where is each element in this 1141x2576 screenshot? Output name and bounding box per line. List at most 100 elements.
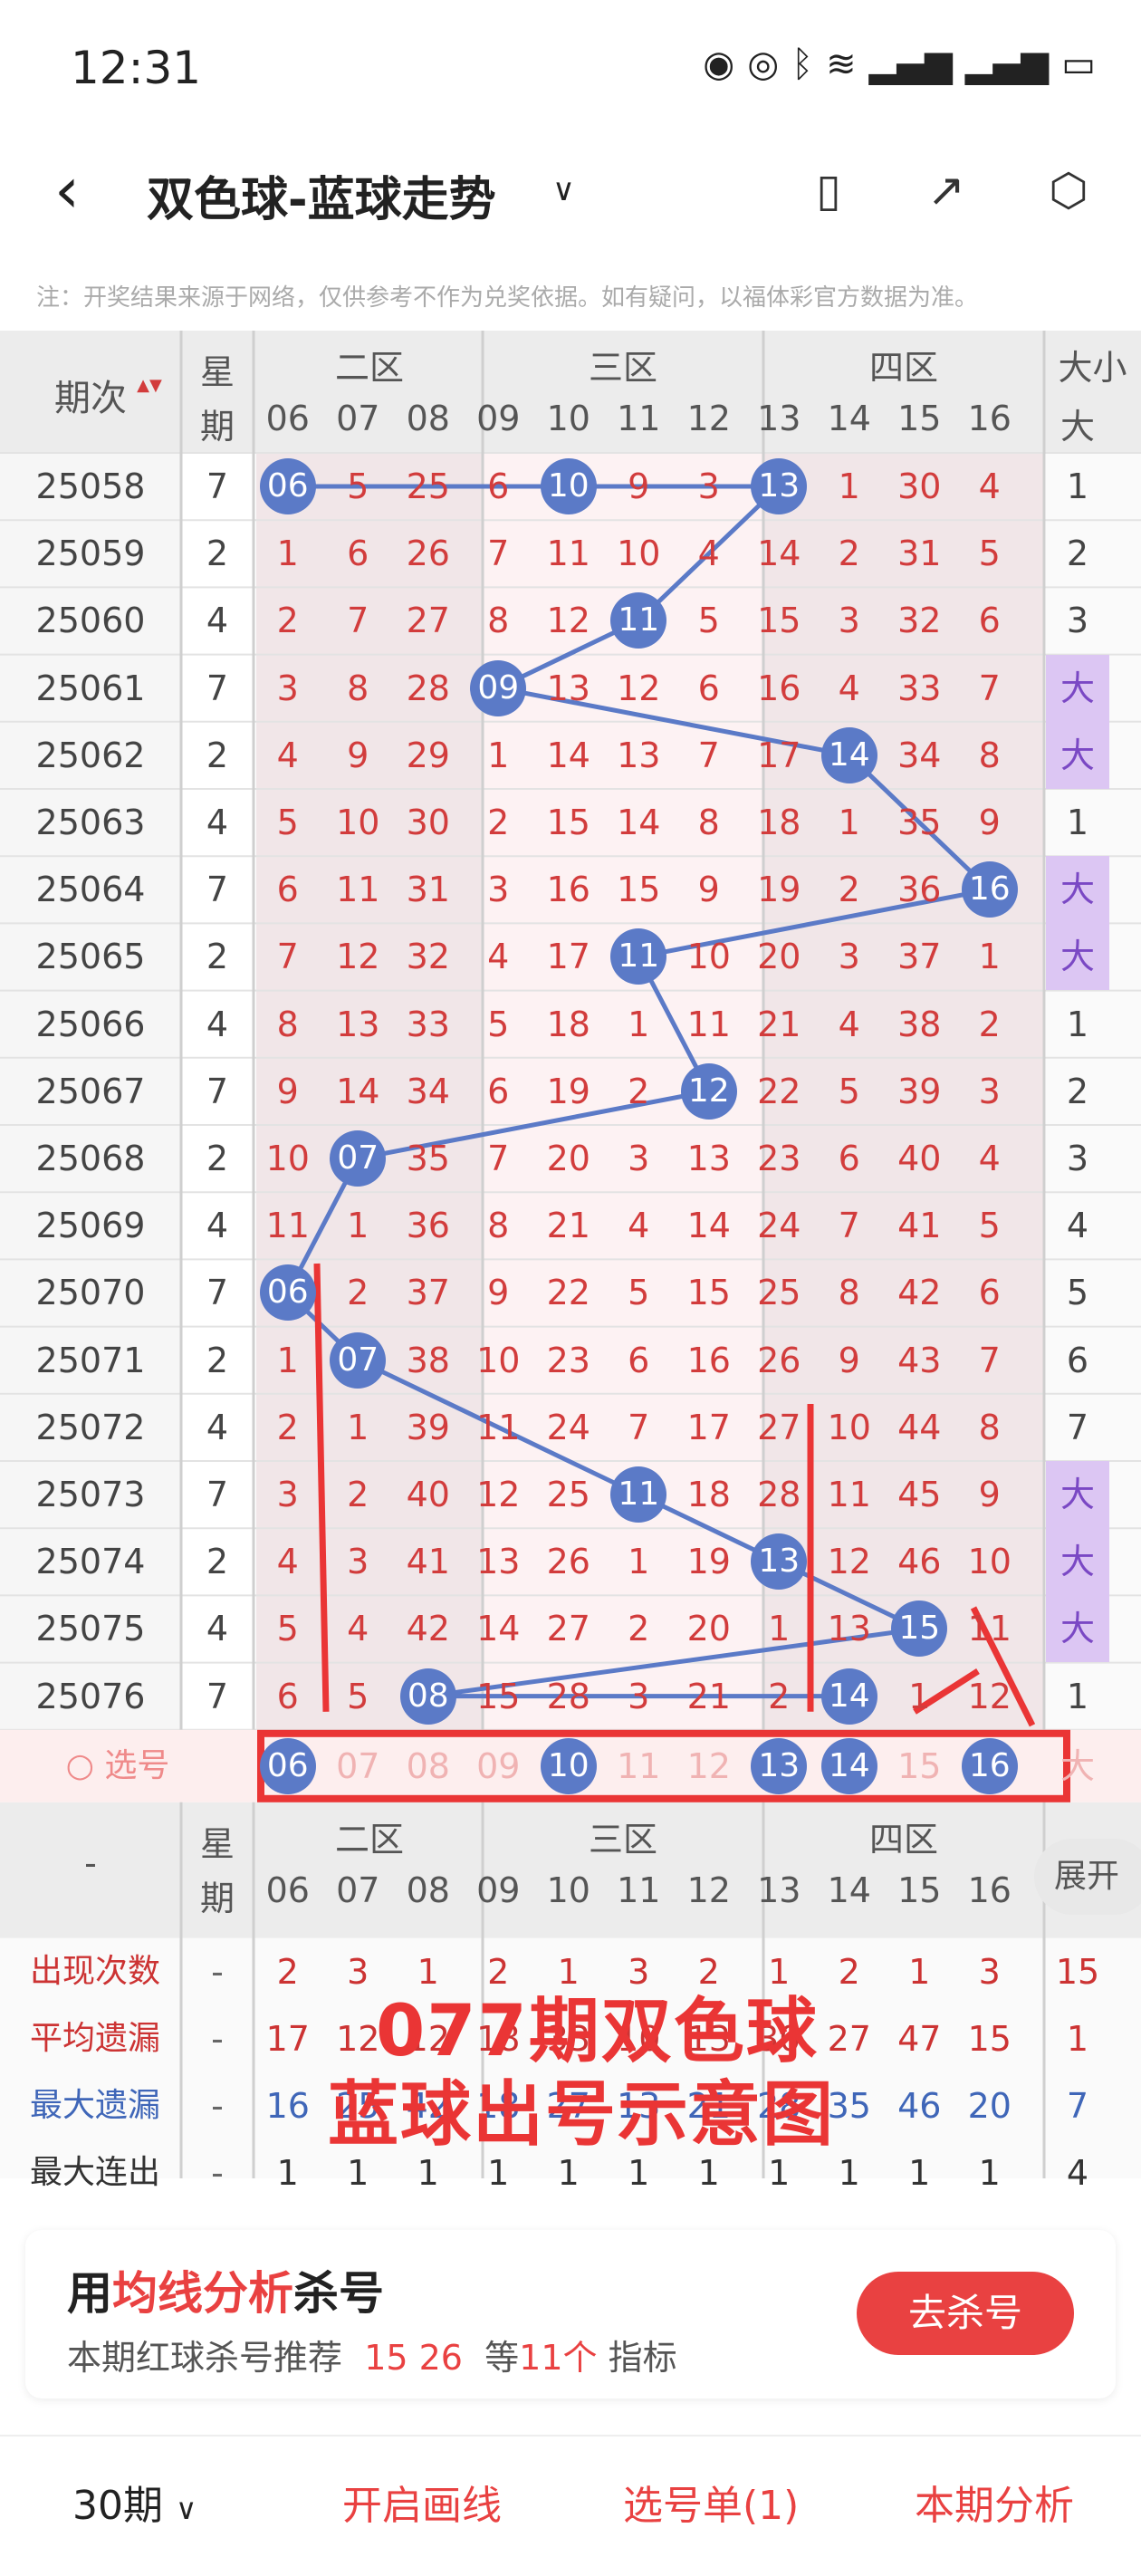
miss-cell: 19 <box>546 1071 590 1111</box>
miss-cell: 8 <box>978 1407 1001 1447</box>
select-number[interactable]: 09 <box>464 1733 534 1800</box>
miss-cell: 36 <box>406 1206 450 1246</box>
select-size[interactable]: 大 <box>1046 1733 1109 1800</box>
miss-cell: 20 <box>546 1139 590 1178</box>
miss-cell: 41 <box>897 1206 942 1246</box>
hit-ball: 12 <box>680 1062 737 1120</box>
miss-cell: 7 <box>276 937 299 977</box>
stats-number-header: 10 <box>546 1870 590 1910</box>
period-cell: 25069 <box>35 1206 146 1246</box>
miss-cell: 3 <box>978 1071 1001 1111</box>
select-number[interactable]: 12 <box>674 1733 744 1800</box>
number-header: 07 <box>336 399 380 438</box>
miss-cell: 4 <box>978 1139 1001 1178</box>
selected-ball[interactable]: 14 <box>820 1737 877 1794</box>
selected-ball[interactable]: 16 <box>961 1737 1018 1794</box>
miss-cell: 5 <box>276 1609 299 1649</box>
selected-ball[interactable]: 06 <box>259 1737 316 1794</box>
miss-cell: 2 <box>628 1071 650 1111</box>
selected-ball[interactable]: 13 <box>751 1737 808 1794</box>
promo-card[interactable]: 用均线分析杀号 本期红球杀号推荐 15 26 等11个 指标 去杀号 <box>25 2230 1116 2398</box>
size-cell: 大 <box>1046 923 1109 991</box>
miss-cell: 25 <box>546 1475 590 1514</box>
week-cell: 7 <box>206 1676 229 1716</box>
miss-cell: 8 <box>978 735 1001 775</box>
miss-cell: 7 <box>978 1340 1001 1380</box>
stats-label: 最大遗漏 <box>29 2087 160 2125</box>
share-icon[interactable]: ↗ <box>919 163 973 217</box>
select-number[interactable]: 15 <box>885 1733 955 1800</box>
size-cell: 大 <box>1046 721 1109 789</box>
week-header-bottom: 期 <box>199 407 235 447</box>
week-cell: 2 <box>206 1139 229 1178</box>
period-cell: 25065 <box>35 937 146 977</box>
miss-cell: 10 <box>265 1139 310 1178</box>
number-header: 16 <box>967 399 1012 438</box>
period-cell: 25075 <box>35 1609 146 1649</box>
miss-cell: 19 <box>686 1542 731 1582</box>
stats-number-header: 06 <box>265 1870 310 1910</box>
miss-cell: 37 <box>897 937 942 977</box>
select-number[interactable]: 11 <box>604 1733 675 1800</box>
chevron-down-icon[interactable]: ∨ <box>552 172 575 208</box>
miss-cell: 7 <box>347 601 369 641</box>
draw-line-button[interactable]: 开启画线 <box>342 2473 502 2531</box>
stats-dash: - <box>84 1842 97 1883</box>
period-selector[interactable]: 30期 ∨ <box>72 2473 197 2531</box>
stats-cell: 15 <box>967 2019 1012 2059</box>
period-header[interactable]: 期次 <box>27 369 154 421</box>
miss-cell: 41 <box>406 1542 450 1582</box>
settings-icon[interactable]: ⬡ <box>1041 163 1096 217</box>
miss-cell: 2 <box>347 1273 369 1313</box>
select-number[interactable]: 07 <box>323 1733 394 1800</box>
miss-cell: 2 <box>347 1475 369 1514</box>
sort-icon[interactable]: ▲▼ <box>136 376 163 395</box>
week-cell: 2 <box>206 1542 229 1582</box>
miss-cell: 15 <box>476 1676 521 1716</box>
selected-ball[interactable]: 10 <box>540 1737 597 1794</box>
miss-cell: 13 <box>686 1139 731 1178</box>
miss-cell: 21 <box>686 1676 731 1716</box>
miss-cell: 5 <box>347 466 369 506</box>
miss-cell: 33 <box>406 1004 450 1044</box>
page-title[interactable]: 双色球-蓝球走势 <box>147 161 496 229</box>
hit-ball: 09 <box>470 659 527 716</box>
kill-number-button[interactable]: 去杀号 <box>857 2272 1074 2355</box>
period-cell: 25066 <box>35 1004 146 1044</box>
size-cell: 大 <box>1046 1528 1109 1596</box>
miss-cell: 26 <box>757 1340 801 1380</box>
miss-cell: 4 <box>978 466 1001 506</box>
period-analysis-button[interactable]: 本期分析 <box>915 2473 1074 2531</box>
week-cell: 4 <box>206 1004 229 1044</box>
miss-cell: 1 <box>838 803 860 842</box>
miss-cell: 2 <box>838 533 860 574</box>
miss-cell: 7 <box>838 1206 860 1246</box>
phone-layout-icon[interactable]: ▯ <box>801 163 856 217</box>
miss-cell: 13 <box>617 735 661 775</box>
expand-button[interactable]: 展开 <box>1034 1839 1141 1915</box>
week-cell: 7 <box>206 668 229 708</box>
selection-list-button[interactable]: 选号单(1) <box>623 2473 799 2531</box>
week-cell: 7 <box>206 870 229 910</box>
miss-cell: 10 <box>686 937 731 977</box>
miss-cell: 5 <box>978 533 1001 574</box>
miss-cell: 32 <box>897 601 942 641</box>
stats-cell: 1 <box>908 2153 931 2194</box>
number-header: 06 <box>265 399 310 438</box>
miss-cell: 14 <box>617 803 661 842</box>
week-cell: 7 <box>206 466 229 506</box>
miss-cell: 2 <box>978 1004 1001 1044</box>
zone-header: 三区 <box>588 348 657 388</box>
period-cell: 25072 <box>35 1407 146 1447</box>
miss-cell: 9 <box>628 466 650 506</box>
back-arrow-icon[interactable]: ‹ <box>54 159 80 222</box>
miss-cell: 3 <box>276 668 299 708</box>
miss-cell: 13 <box>336 1004 380 1044</box>
select-number[interactable]: 08 <box>393 1733 464 1800</box>
select-label[interactable]: ○ 选号 <box>36 1733 199 1800</box>
miss-cell: 2 <box>838 870 860 910</box>
hit-ball: 07 <box>330 1130 387 1187</box>
miss-cell: 8 <box>838 1273 860 1313</box>
stats-cell: 17 <box>265 2019 310 2059</box>
miss-cell: 32 <box>406 937 450 977</box>
